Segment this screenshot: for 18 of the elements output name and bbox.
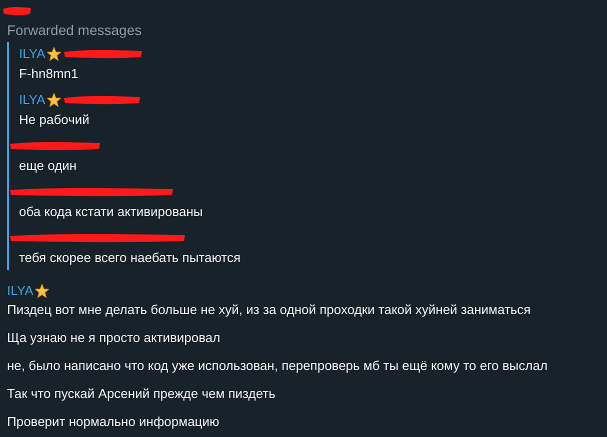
message-text: Ща узнаю не я просто активировал — [7, 329, 222, 347]
forwarded-label: Forwarded messages — [7, 21, 143, 40]
message-text: Не рабочий — [19, 111, 90, 129]
redaction-scribble — [2, 5, 32, 17]
star-icon — [47, 93, 62, 107]
message-text: тебя скорее всего наебать пытаются — [19, 249, 242, 267]
message-text: оба кода кстати активированы — [19, 203, 204, 221]
message-text: Проверит нормально информацию — [7, 413, 220, 431]
sender-name: ILYA — [19, 91, 46, 110]
message-text: еще один — [19, 157, 78, 175]
message-text: Пиздец вот мне делать больше не хуй, из за одной проходки такой хуйней заниматься — [7, 301, 532, 319]
message-text: F-hn8mn1 — [19, 65, 80, 83]
star-icon — [35, 284, 50, 298]
message-text: не, было написано что код уже использован, перепроверь мб ты ещё кому то его выслал — [7, 357, 549, 375]
message-text: Так что пускай Арсений прежде чем пиздеть — [7, 385, 276, 403]
sender-name: ILYA — [19, 45, 46, 64]
sender-name: ILYA — [7, 282, 34, 300]
star-icon — [47, 47, 62, 61]
